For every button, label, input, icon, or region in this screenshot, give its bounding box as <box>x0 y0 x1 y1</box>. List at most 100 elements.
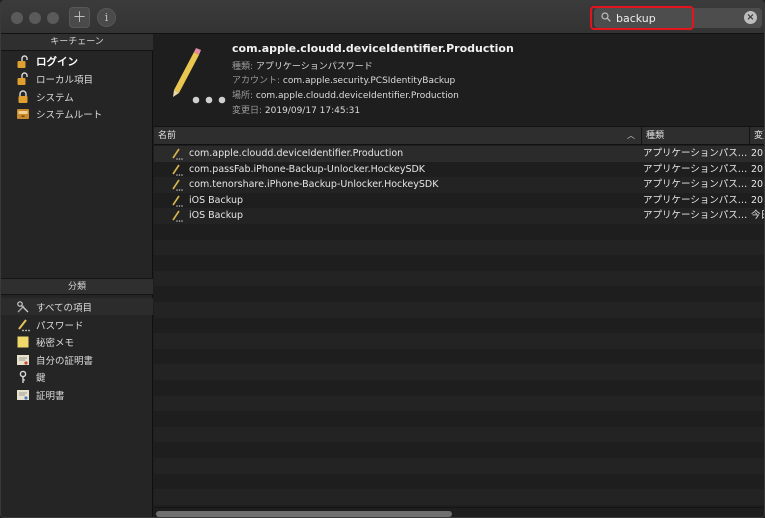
sidebar-item-system[interactable]: システム <box>1 88 153 105</box>
empty-row <box>154 411 764 427</box>
plus-icon: ＋ <box>72 9 87 26</box>
row-date: 今日 <box>751 210 764 222</box>
password-row-icon <box>172 179 183 191</box>
toolbar: ＋ i × <box>1 1 764 34</box>
sidebar-item-label: システム <box>36 92 74 104</box>
detail-where: 場所: com.apple.cloudd.deviceIdentifier.Pr… <box>232 88 459 101</box>
empty-row <box>154 349 764 365</box>
empty-row <box>154 270 764 287</box>
add-item-button[interactable]: ＋ <box>69 7 90 28</box>
table-row[interactable]: com.tenorshare.iPhone-Backup-Unlocker.Ho… <box>154 177 764 193</box>
key-icon <box>19 370 27 383</box>
table-row[interactable]: iOS Backup アプリケーションパス… 201 <box>154 193 764 209</box>
detail-modified: 変更日: 2019/09/17 17:45:31 <box>232 103 360 116</box>
all-items-icon <box>17 300 29 312</box>
keychains-header: キーチェーン <box>1 34 153 51</box>
table-row[interactable]: iOS Backup アプリケーションパス… 今日 <box>154 208 764 224</box>
empty-row <box>154 458 764 474</box>
info-button[interactable]: i <box>97 8 116 27</box>
sidebar-item-label: ローカル項目 <box>36 74 94 86</box>
empty-row <box>154 224 764 240</box>
row-name: com.tenorshare.iPhone-Backup-Unlocker.Ho… <box>189 179 439 191</box>
sidebar-item-local-items[interactable]: ローカル項目 <box>1 70 153 87</box>
password-row-icon <box>172 195 183 207</box>
search-input[interactable] <box>616 9 736 27</box>
sidebar-item-login[interactable]: ログイン <box>1 53 153 70</box>
empty-row <box>154 318 764 334</box>
zoom-window-button[interactable] <box>47 12 59 24</box>
items-table: 名前 ︿ 種類 変更 com.apple.cloudd.deviceIdenti… <box>154 127 764 517</box>
column-header-name[interactable]: 名前 ︿ <box>154 127 642 145</box>
sidebar-item-secure-notes[interactable]: 秘密メモ <box>1 333 153 350</box>
row-date: 201 <box>751 163 764 175</box>
lock-open-icon <box>17 71 28 85</box>
column-header-label: 変更 <box>754 131 764 141</box>
lock-closed-icon <box>18 89 28 103</box>
row-kind: アプリケーションパス… <box>643 163 747 175</box>
row-name: com.passFab.iPhone-Backup-Unlocker.Hocke… <box>189 163 426 175</box>
empty-row <box>154 474 764 490</box>
detail-kind-label: 種類: <box>232 62 254 72</box>
detail-title: com.apple.cloudd.deviceIdentifier.Produc… <box>232 42 514 55</box>
scrollbar-thumb[interactable] <box>156 511 452 517</box>
row-name: iOS Backup <box>189 194 243 206</box>
sort-ascending-icon: ︿ <box>627 131 635 140</box>
close-window-button[interactable] <box>11 12 23 24</box>
empty-row <box>154 333 764 349</box>
sidebar-item-label: パスワード <box>36 320 84 332</box>
row-date: 201 <box>751 179 764 191</box>
empty-row <box>154 489 764 505</box>
empty-row <box>154 426 764 443</box>
column-header-date[interactable]: 変更 <box>750 127 764 145</box>
clear-search-icon[interactable]: × <box>744 11 757 24</box>
empty-row <box>154 286 764 302</box>
sidebar-item-label: 自分の証明書 <box>36 355 94 367</box>
row-kind: アプリケーションパス… <box>643 194 747 206</box>
sidebar-item-label: すべての項目 <box>36 302 92 314</box>
sidebar-item-label: 証明書 <box>36 390 65 402</box>
empty-row <box>154 302 764 318</box>
column-header-label: 名前 <box>158 131 177 141</box>
row-date: 201 <box>751 194 764 206</box>
detail-account-value: com.apple.security.PCSIdentityBackup <box>282 76 456 86</box>
sidebar-item-label: システムルート <box>36 109 103 121</box>
password-icon <box>18 318 30 331</box>
categories-header: 分類 <box>1 278 153 295</box>
row-kind: アプリケーションパス… <box>643 148 747 159</box>
detail-modified-value: 2019/09/17 17:45:31 <box>264 106 361 116</box>
row-name: iOS Backup <box>189 210 243 222</box>
sidebar-item-certificates[interactable]: 証明書 <box>1 386 153 403</box>
sidebar-item-my-certificates[interactable]: 自分の証明書 <box>1 351 153 368</box>
sidebar-item-label: ログイン <box>36 56 78 68</box>
sidebar-item-system-roots[interactable]: システムルート <box>1 105 153 122</box>
row-kind: アプリケーションパス… <box>643 179 747 191</box>
cabinet-icon <box>17 108 29 119</box>
minimize-window-button[interactable] <box>29 12 41 24</box>
password-item-icon <box>173 48 226 104</box>
lock-open-icon <box>17 54 28 68</box>
password-row-icon <box>172 148 183 160</box>
column-header-label: 種類 <box>646 131 665 141</box>
column-header-kind[interactable]: 種類 <box>642 127 750 145</box>
table-row[interactable]: com.passFab.iPhone-Backup-Unlocker.Hocke… <box>154 162 764 178</box>
certificate-icon <box>17 389 29 400</box>
password-row-icon <box>172 164 183 176</box>
detail-where-value: com.apple.cloudd.deviceIdentifier.Produc… <box>255 91 459 101</box>
keychain-window: ＋ i × キーチェーン ログイン ローカル項目 <box>0 0 765 518</box>
table-row[interactable]: com.apple.cloudd.deviceIdentifier.Produc… <box>154 146 764 162</box>
horizontal-scrollbar[interactable] <box>154 507 764 517</box>
info-icon: i <box>104 11 109 24</box>
detail-account-label: アカウント: <box>232 76 281 86</box>
empty-row <box>154 364 764 380</box>
sidebar-item-label: 秘密メモ <box>36 337 75 349</box>
empty-row <box>154 380 764 396</box>
detail-account: アカウント: com.apple.security.PCSIdentityBac… <box>232 73 455 86</box>
sidebar-item-all-items[interactable]: すべての項目 <box>1 298 153 315</box>
item-detail-panel: com.apple.cloudd.deviceIdentifier.Produc… <box>154 34 764 127</box>
empty-row <box>154 395 764 412</box>
sidebar-item-passwords[interactable]: パスワード <box>1 316 153 333</box>
detail-kind: 種類: アプリケーションパスワード <box>232 59 373 72</box>
search-icon <box>601 12 611 22</box>
sidebar-item-keys[interactable]: 鍵 <box>1 368 153 385</box>
empty-row <box>154 255 764 271</box>
